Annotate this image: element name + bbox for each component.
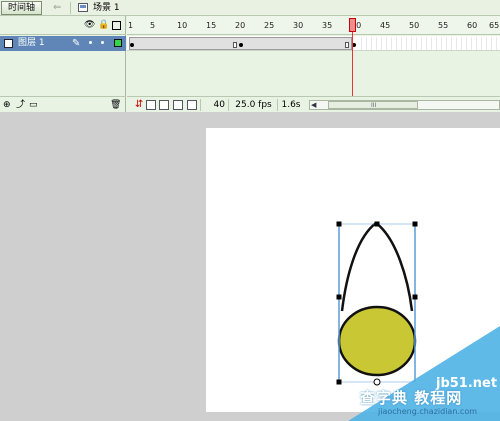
trash-icon[interactable]: 🗑 bbox=[110, 100, 121, 110]
handle-top-right[interactable] bbox=[412, 221, 418, 227]
layer-row[interactable]: 图层 1 ✎ bbox=[0, 36, 126, 51]
keyframe-dot[interactable] bbox=[130, 43, 134, 47]
teardrop-outline bbox=[340, 221, 414, 312]
watermark-site-name: 查字典 教程网 bbox=[360, 389, 463, 407]
ruler-tick-label: 1 bbox=[128, 21, 134, 30]
layer-header: 👁 🔒 bbox=[0, 16, 126, 35]
ruler-tick-label: 50 bbox=[409, 21, 420, 30]
handle-middle-left[interactable] bbox=[336, 294, 342, 300]
pencil-icon: ✎ bbox=[72, 38, 81, 49]
scroll-left-icon[interactable]: ◀ bbox=[311, 100, 316, 110]
ruler-tick-label: 65 bbox=[489, 21, 500, 30]
frames-area: 1 5 10 15 20 25 30 35 40 45 50 55 60 65 bbox=[127, 16, 500, 112]
layer-footer: ⊕ ⤴ ▭ 🗑 bbox=[0, 96, 126, 112]
frame-span-end[interactable] bbox=[345, 42, 349, 48]
handle-middle-right[interactable] bbox=[412, 294, 418, 300]
outline-square-icon[interactable] bbox=[112, 21, 121, 30]
watermark: jb51.net 查字典 教程网 jiaocheng.chazidian.com bbox=[348, 326, 500, 421]
ruler-tick-label: 25 bbox=[264, 21, 275, 30]
lock-icon[interactable]: 🔒 bbox=[98, 20, 109, 30]
current-frame: 40 bbox=[213, 100, 225, 110]
ruler-tick-label: 35 bbox=[322, 21, 333, 30]
handle-top-middle[interactable] bbox=[374, 221, 380, 227]
layer-outline-color[interactable] bbox=[114, 39, 122, 47]
handle-bottom-left[interactable] bbox=[336, 379, 342, 385]
keyframe-dot[interactable] bbox=[239, 43, 243, 47]
empty-frames[interactable] bbox=[357, 37, 500, 50]
scrollbar-thumb[interactable]: III bbox=[328, 101, 418, 109]
timeline-scrollbar[interactable]: ◀ III bbox=[309, 100, 500, 110]
frame-ruler[interactable]: 1 5 10 15 20 25 30 35 40 45 50 55 60 65 bbox=[127, 16, 500, 35]
layer-name[interactable]: 图层 1 bbox=[18, 36, 45, 51]
timeline-panel: 👁 🔒 图层 1 ✎ ⊕ ⤴ ▭ 🗑 1 5 10 15 20 25 30 35… bbox=[0, 16, 500, 112]
status-divider bbox=[228, 99, 229, 111]
frame-row[interactable] bbox=[127, 36, 500, 51]
ruler-tick-label: 5 bbox=[150, 21, 156, 30]
onion-skin-icon[interactable] bbox=[146, 100, 156, 110]
lock-dot[interactable] bbox=[101, 41, 104, 44]
watermark-url: jiaocheng.chazidian.com bbox=[378, 407, 478, 416]
status-divider bbox=[277, 99, 278, 111]
add-folder-icon[interactable]: ▭ bbox=[29, 100, 41, 110]
edit-multiple-frames-icon[interactable] bbox=[173, 100, 183, 110]
onion-skin-outlines-icon[interactable] bbox=[159, 100, 169, 110]
status-divider bbox=[200, 99, 201, 111]
timeline-toggle-button[interactable]: 时间轴 bbox=[1, 1, 42, 15]
ruler-tick-label: 30 bbox=[293, 21, 304, 30]
visibility-dot[interactable] bbox=[89, 41, 92, 44]
toolbar-divider bbox=[70, 2, 71, 14]
add-motion-guide-icon[interactable]: ⤴ bbox=[16, 100, 26, 110]
elapsed-time: 1.6s bbox=[281, 100, 301, 110]
center-frame-icon[interactable]: ⇵ bbox=[135, 100, 145, 110]
scene-label[interactable]: 场景 1 bbox=[93, 1, 120, 15]
back-arrow-icon[interactable]: ⇐ bbox=[53, 1, 65, 15]
eye-icon[interactable]: 👁 bbox=[84, 20, 95, 30]
top-toolbar: 时间轴 ⇐ 场景 1 bbox=[0, 0, 500, 16]
ruler-tick-label: 10 bbox=[177, 21, 188, 30]
handle-top-left[interactable] bbox=[336, 221, 342, 227]
ruler-tick-label: 15 bbox=[206, 21, 217, 30]
ruler-tick-label: 20 bbox=[235, 21, 246, 30]
layer-panel: 👁 🔒 图层 1 ✎ ⊕ ⤴ ▭ 🗑 bbox=[0, 16, 126, 112]
scene-icon bbox=[78, 3, 88, 12]
playhead[interactable] bbox=[349, 18, 356, 32]
ruler-tick-label: 55 bbox=[438, 21, 449, 30]
layer-page-icon bbox=[4, 39, 13, 48]
timeline-status-bar: ⇵ 40 25.0 fps 1.6s ◀ III bbox=[127, 96, 500, 112]
add-layer-icon[interactable]: ⊕ bbox=[3, 100, 13, 110]
frame-rate[interactable]: 25.0 fps bbox=[231, 97, 276, 113]
frame-span-end[interactable] bbox=[233, 42, 237, 48]
modify-onion-markers-icon[interactable] bbox=[187, 100, 197, 110]
ruler-tick-label: 60 bbox=[467, 21, 478, 30]
scrollbar-grip: III bbox=[371, 102, 377, 109]
ruler-tick-label: 45 bbox=[380, 21, 391, 30]
